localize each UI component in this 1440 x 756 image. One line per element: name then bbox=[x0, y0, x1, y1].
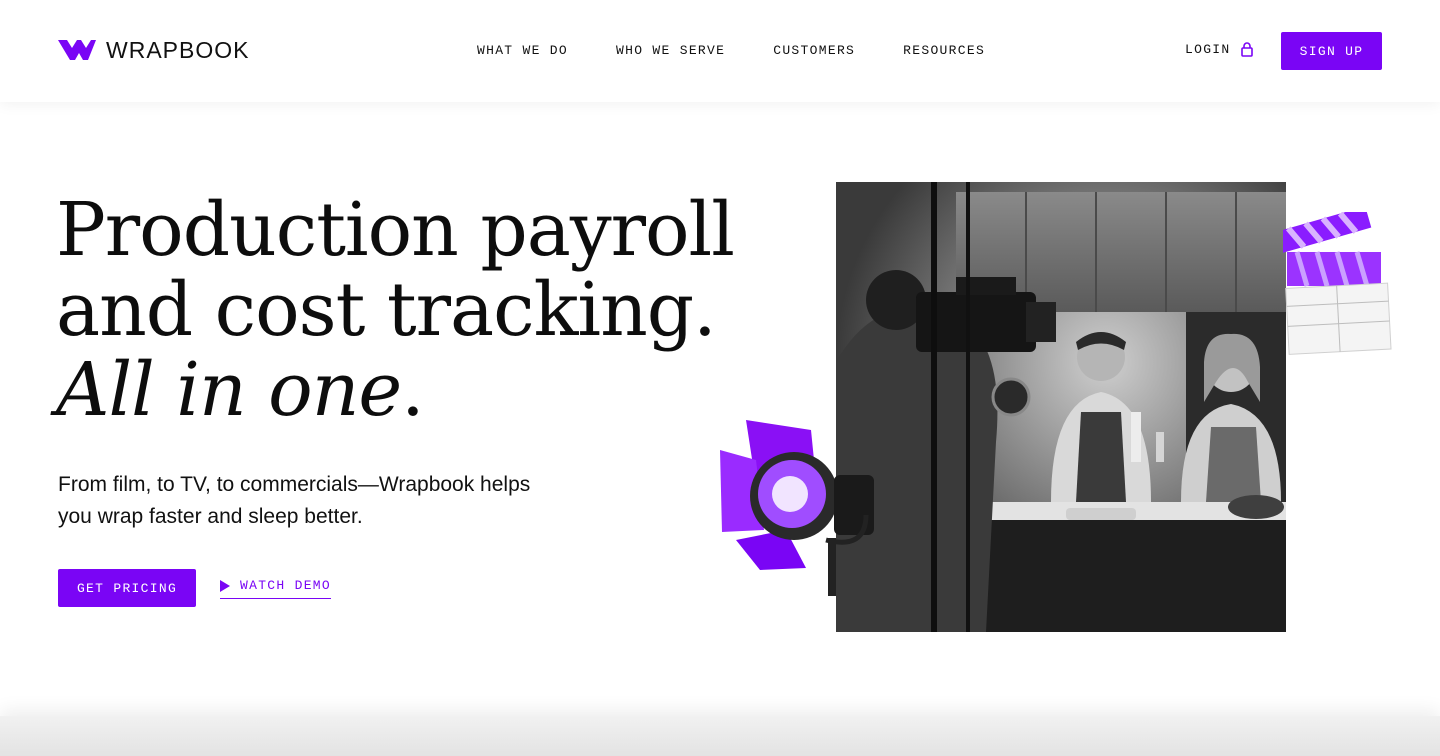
site-header: WRAPBOOK WHAT WE DO WHO WE SERVE CUSTOME… bbox=[0, 0, 1440, 102]
hero-title-line-2: and cost tracking. bbox=[56, 267, 717, 353]
watch-demo-label: WATCH DEMO bbox=[240, 578, 332, 593]
hero-title-line-1: Production payroll bbox=[56, 187, 735, 273]
hero-title: Production payroll and cost tracking. Al… bbox=[56, 190, 736, 430]
nav-resources[interactable]: RESOURCES bbox=[903, 43, 985, 58]
wrapbook-logo[interactable]: WRAPBOOK bbox=[58, 37, 250, 63]
hero-subtitle: From film, to TV, to commercials—Wrapboo… bbox=[58, 473, 531, 528]
login-link[interactable]: LOGIN bbox=[1185, 42, 1253, 57]
wrapbook-logo-icon bbox=[58, 40, 96, 60]
nav-customers[interactable]: CUSTOMERS bbox=[773, 43, 855, 58]
next-section-card bbox=[0, 716, 1440, 756]
film-light-illustration bbox=[720, 420, 874, 596]
logo-text: WRAPBOOK bbox=[106, 37, 250, 63]
lock-icon bbox=[1240, 42, 1253, 57]
get-pricing-button[interactable]: GET PRICING bbox=[58, 569, 196, 607]
hero-title-line-3: All in one bbox=[56, 347, 402, 433]
nav-who-we-serve[interactable]: WHO WE SERVE bbox=[616, 43, 725, 58]
play-icon bbox=[220, 579, 230, 592]
film-set-photo bbox=[836, 182, 1286, 632]
nav-what-we-do[interactable]: WHAT WE DO bbox=[477, 43, 568, 58]
clapperboard-illustration bbox=[1283, 212, 1392, 355]
watch-demo-link[interactable]: WATCH DEMO bbox=[220, 577, 332, 599]
main-nav: WHAT WE DO WHO WE SERVE CUSTOMERS RESOUR… bbox=[477, 43, 985, 58]
sign-up-button[interactable]: SIGN UP bbox=[1281, 32, 1382, 70]
hero-title-period: . bbox=[401, 347, 425, 433]
login-label: LOGIN bbox=[1185, 42, 1231, 57]
